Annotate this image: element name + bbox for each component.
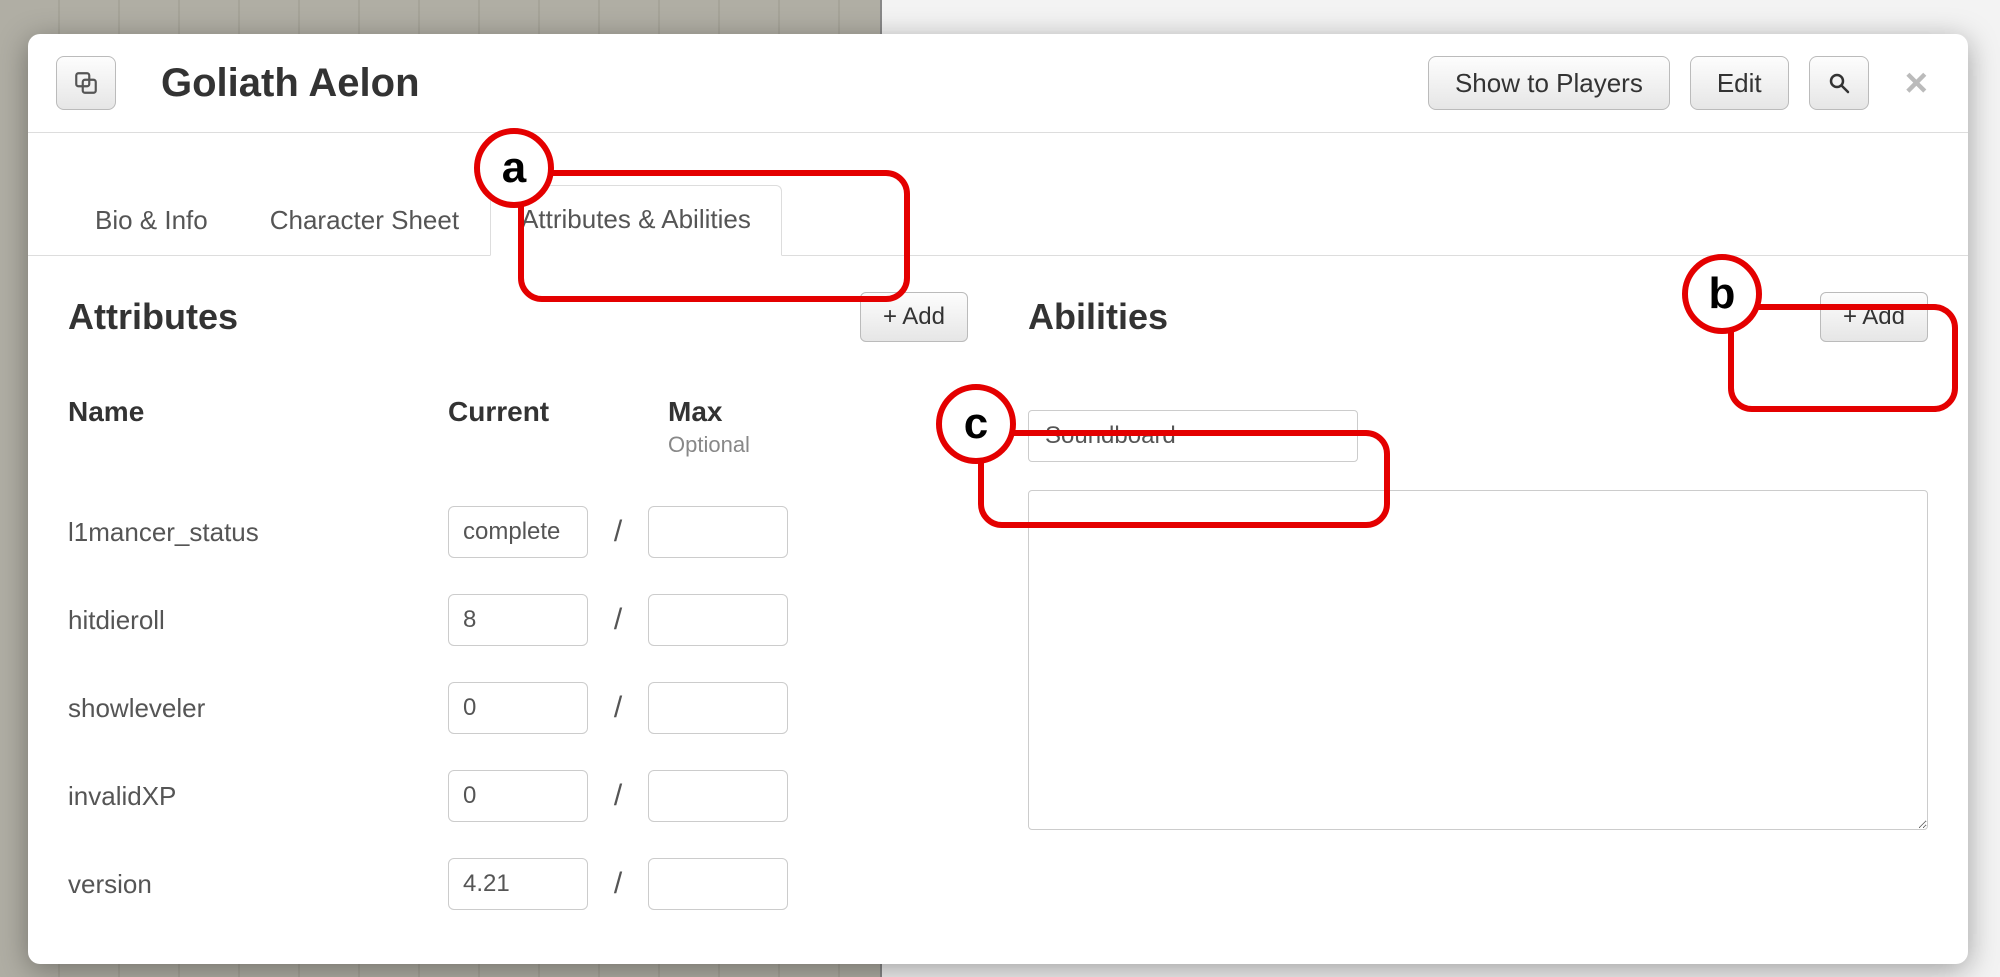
attribute-separator: / — [588, 867, 648, 901]
attr-head-name: Name — [68, 396, 448, 458]
attribute-name: invalidXP — [68, 781, 448, 812]
attribute-separator: / — [588, 779, 648, 813]
attribute-max-input[interactable] — [648, 682, 788, 734]
attribute-separator: / — [588, 603, 648, 637]
show-to-players-button[interactable]: Show to Players — [1428, 56, 1670, 110]
attribute-name: hitdieroll — [68, 605, 448, 636]
character-title: Goliath Aelon — [161, 61, 420, 106]
ability-body-textarea[interactable] — [1028, 490, 1928, 830]
attribute-current-input[interactable] — [448, 506, 588, 558]
attribute-max-input[interactable] — [648, 770, 788, 822]
edit-button[interactable]: Edit — [1690, 56, 1789, 110]
abilities-column: Abilities + Add — [1028, 256, 1928, 928]
attribute-name: version — [68, 869, 448, 900]
attribute-max-input[interactable] — [648, 594, 788, 646]
attr-head-max-label: Max — [668, 396, 722, 427]
attribute-name: showleveler — [68, 693, 448, 724]
popout-icon — [73, 70, 99, 96]
attr-head-current: Current — [448, 396, 668, 458]
attribute-rows: l1mancer_status/hitdieroll/showleveler/i… — [68, 488, 968, 928]
columns: Attributes + Add Name Current Max Option… — [28, 256, 1968, 964]
modal-body[interactable]: Bio & Info Character Sheet Attributes & … — [28, 154, 1968, 964]
attr-head-max: Max Optional — [668, 396, 868, 458]
attribute-row: version / — [68, 840, 968, 928]
attribute-separator: / — [588, 515, 648, 549]
attribute-row: hitdieroll / — [68, 576, 968, 664]
ability-name-input[interactable] — [1028, 410, 1358, 462]
attribute-current-input[interactable] — [448, 594, 588, 646]
search-button[interactable] — [1809, 56, 1869, 110]
add-attribute-button[interactable]: + Add — [860, 292, 968, 342]
tab-bar: Bio & Info Character Sheet Attributes & … — [28, 184, 1968, 256]
attributes-header-row: Name Current Max Optional — [68, 396, 968, 458]
modal-header: Goliath Aelon Show to Players Edit × — [28, 34, 1968, 133]
attribute-row: l1mancer_status / — [68, 488, 968, 576]
attribute-max-input[interactable] — [648, 858, 788, 910]
attr-head-max-sub: Optional — [668, 432, 868, 458]
tab-character-sheet[interactable]: Character Sheet — [239, 186, 490, 256]
attributes-title: Attributes — [68, 296, 238, 338]
attribute-max-input[interactable] — [648, 506, 788, 558]
attribute-row: invalidXP / — [68, 752, 968, 840]
attribute-separator: / — [588, 691, 648, 725]
attribute-current-input[interactable] — [448, 858, 588, 910]
attribute-current-input[interactable] — [448, 770, 588, 822]
abilities-title: Abilities — [1028, 296, 1168, 338]
attribute-row: showleveler / — [68, 664, 968, 752]
attribute-current-input[interactable] — [448, 682, 588, 734]
attribute-name: l1mancer_status — [68, 517, 448, 548]
attributes-column: Attributes + Add Name Current Max Option… — [68, 256, 968, 928]
close-button[interactable]: × — [1905, 63, 1928, 103]
search-icon — [1827, 71, 1851, 95]
add-ability-button[interactable]: + Add — [1820, 292, 1928, 342]
character-modal: Goliath Aelon Show to Players Edit × Bio… — [28, 34, 1968, 964]
popout-button[interactable] — [56, 56, 116, 110]
tab-bio-info[interactable]: Bio & Info — [64, 186, 239, 256]
tab-attributes-abilities[interactable]: Attributes & Abilities — [490, 185, 782, 256]
